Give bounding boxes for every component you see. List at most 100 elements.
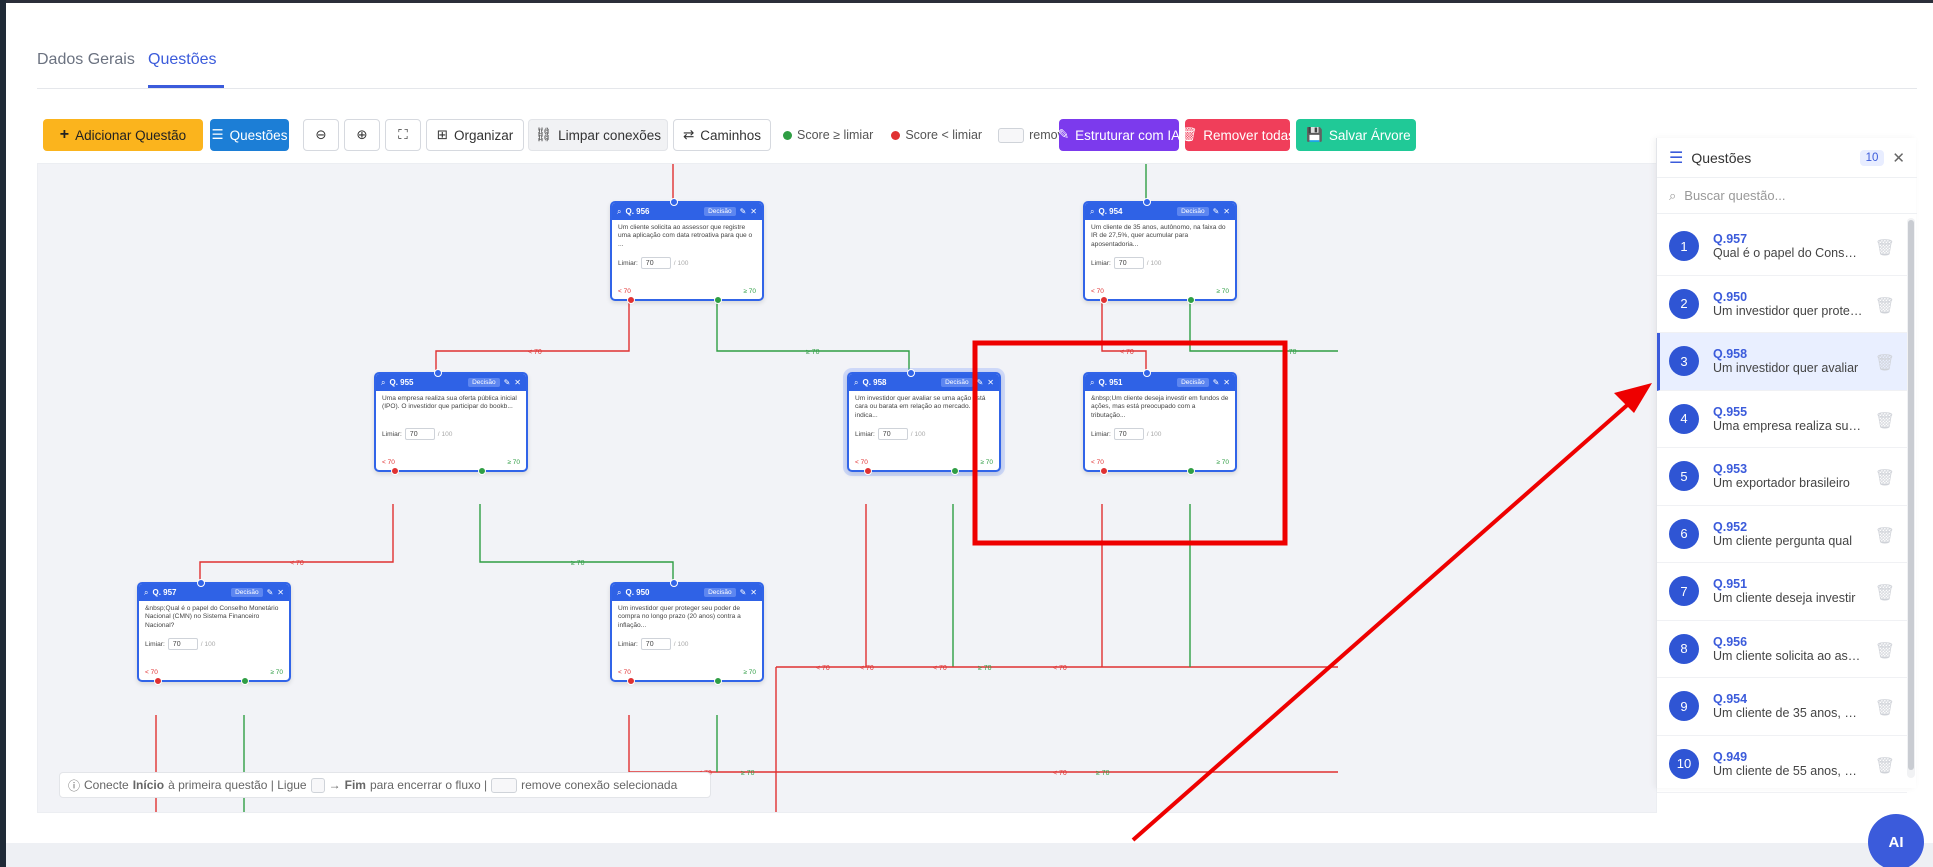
paths-button[interactable]: ⇄ Caminhos: [673, 119, 771, 151]
threshold-input[interactable]: 70: [167, 638, 198, 650]
tab-dados-gerais[interactable]: Dados Gerais: [37, 51, 135, 69]
structure-ai-button[interactable]: ✎ Estruturar com IA: [1058, 119, 1180, 151]
remove-all-button[interactable]: 🗑 Remover todas: [1180, 119, 1295, 151]
close-icon[interactable]: ✕: [750, 207, 757, 216]
trash-icon[interactable]: 🗑: [1875, 411, 1895, 431]
trash-icon[interactable]: 🗑: [1875, 353, 1895, 373]
close-icon[interactable]: ✕: [1223, 207, 1230, 216]
question-list-item[interactable]: 2 Q.950 Um investidor quer proteger 🗑: [1657, 276, 1907, 333]
question-node-955[interactable]: ⌕ Q. 955 Decisão ✎ ✕ Uma empresa realiza sua…: [374, 369, 528, 475]
ai-assistant-button[interactable]: AI: [1868, 814, 1924, 867]
input-port[interactable]: [670, 198, 678, 206]
input-port[interactable]: [670, 579, 678, 587]
output-port-lo[interactable]: [1100, 296, 1108, 304]
question-list-item[interactable]: 5 Q.953 Um exportador brasileiro 🗑: [1657, 448, 1907, 506]
output-port-lo[interactable]: [154, 677, 162, 685]
output-port-hi[interactable]: [478, 467, 486, 475]
close-icon[interactable]: ✕: [750, 588, 757, 597]
threshold-input[interactable]: 70: [1113, 428, 1144, 440]
search-icon: ⌕: [144, 587, 149, 597]
edge-956-955: [435, 282, 630, 372]
question-node-958[interactable]: ⌕ Q. 958 Decisão ✎ ✕ Um investidor quer aval…: [847, 369, 1001, 475]
output-port-hi[interactable]: [714, 296, 722, 304]
threshold-input[interactable]: 70: [877, 428, 908, 440]
edit-icon[interactable]: ✎: [740, 207, 747, 216]
save-tree-button[interactable]: 💾 Salvar Árvore: [1296, 119, 1416, 151]
trash-icon[interactable]: 🗑: [1875, 526, 1895, 546]
trash-icon[interactable]: 🗑: [1875, 698, 1895, 718]
panel-header: ☰ Questões 10 ✕: [1657, 138, 1917, 178]
trash-icon[interactable]: 🗑: [1875, 641, 1895, 661]
question-list-item[interactable]: 7 Q.951 Um cliente deseja investir 🗑: [1657, 563, 1907, 621]
close-icon[interactable]: ✕: [514, 378, 521, 387]
edit-icon[interactable]: ✎: [267, 588, 274, 597]
edge-label: < 70: [1053, 770, 1067, 777]
tab-questoes[interactable]: Questões: [148, 51, 216, 69]
question-node-950[interactable]: ⌕ Q. 950 Decisão ✎ ✕ Um investidor quer prot…: [610, 579, 764, 685]
question-search-input[interactable]: ⌕ Buscar questão...: [1657, 178, 1917, 214]
output-port-hi[interactable]: [241, 677, 249, 685]
trash-icon[interactable]: 🗑: [1875, 468, 1895, 488]
scrollbar[interactable]: [1907, 218, 1915, 778]
close-icon[interactable]: ✕: [987, 378, 994, 387]
trash-icon[interactable]: 🗑: [1875, 238, 1895, 258]
question-description: Qual é o papel do Conselho Monetário: [1713, 246, 1863, 261]
question-list-item[interactable]: 1 Q.957Qual é o papel do Conselho Monetár…: [1657, 218, 1907, 276]
output-port-lo[interactable]: [627, 296, 635, 304]
output-port-lo[interactable]: [391, 467, 399, 475]
output-port-lo[interactable]: [1100, 467, 1108, 475]
trash-icon[interactable]: 🗑: [1875, 296, 1895, 316]
input-port[interactable]: [1143, 369, 1151, 377]
chip-icon: AI: [1888, 833, 1904, 851]
question-list-item[interactable]: 3 Q.958 Um investidor quer avaliar 🗑: [1657, 333, 1907, 391]
edit-icon[interactable]: ✎: [1213, 378, 1220, 387]
close-icon[interactable]: ✕: [1892, 149, 1905, 167]
threshold-input[interactable]: 70: [640, 638, 671, 650]
threshold-input[interactable]: 70: [404, 428, 435, 440]
output-port-hi[interactable]: [1187, 296, 1195, 304]
threshold-input[interactable]: 70: [640, 257, 671, 269]
flow-canvas[interactable]: < 70 ≥ 70 < 70 ≥ 70 < 70 ≥ 70 < 70 < 70 …: [37, 163, 1657, 813]
zoom-out-button[interactable]: ⊖: [303, 119, 339, 151]
edit-icon[interactable]: ✎: [1213, 207, 1220, 216]
input-port[interactable]: [197, 579, 205, 587]
clear-connections-button[interactable]: ⛓ Limpar conexões: [528, 119, 668, 151]
input-port[interactable]: [434, 369, 442, 377]
trash-icon[interactable]: 🗑: [1875, 583, 1895, 603]
search-icon: ⌕: [854, 377, 859, 387]
organize-button[interactable]: ⊞ Organizar: [426, 119, 524, 151]
edge-label: ≥ 70: [806, 349, 820, 356]
question-node-957[interactable]: ⌕ Q. 957 Decisão ✎ ✕ &nbsp;Qual é o papel do…: [137, 579, 291, 685]
close-icon[interactable]: ✕: [1223, 378, 1230, 387]
question-list-item[interactable]: 4 Q.955Uma empresa realiza sua oferta 🗑: [1657, 391, 1907, 448]
question-number: 5: [1669, 461, 1699, 492]
output-port-hi[interactable]: [951, 467, 959, 475]
zoom-in-button[interactable]: ⊕: [344, 119, 380, 151]
trash-icon[interactable]: 🗑: [1875, 756, 1895, 776]
edit-icon[interactable]: ✎: [977, 378, 984, 387]
info-icon: ⓘ: [68, 778, 81, 793]
output-port-hi[interactable]: [714, 677, 722, 685]
input-port[interactable]: [907, 369, 915, 377]
question-list-item[interactable]: 9 Q.954Um cliente de 35 anos, autônomo 🗑: [1657, 678, 1907, 736]
question-node-951[interactable]: ⌕ Q. 951 Decisão ✎ ✕ &nbsp;Um cliente deseja…: [1083, 369, 1237, 475]
question-node-954[interactable]: ⌕ Q. 954 Decisão ✎ ✕ Um cliente de 35 anos, …: [1083, 198, 1237, 304]
fit-view-button[interactable]: ⛶: [385, 119, 421, 151]
add-question-button[interactable]: + Adicionar Questão: [43, 119, 203, 151]
output-port-lo[interactable]: [864, 467, 872, 475]
output-port-lo[interactable]: [627, 677, 635, 685]
close-icon[interactable]: ✕: [277, 588, 284, 597]
input-port[interactable]: [1143, 198, 1151, 206]
question-node-956[interactable]: ⌕ Q. 956 Decisão ✎ ✕ Um cliente solicita ao …: [610, 198, 764, 304]
output-port-hi[interactable]: [1187, 467, 1195, 475]
edge-955-950: [479, 504, 674, 582]
question-code: Q.952: [1713, 519, 1748, 534]
questions-toggle-button[interactable]: ☰ Questões: [210, 119, 289, 151]
question-list-item[interactable]: 8 Q.956Um cliente solicita ao assessor 🗑: [1657, 621, 1907, 678]
edit-icon[interactable]: ✎: [740, 588, 747, 597]
question-list-item[interactable]: 6 Q.952 Um cliente pergunta qual 🗑: [1657, 506, 1907, 563]
edit-icon[interactable]: ✎: [504, 378, 511, 387]
threshold-input[interactable]: 70: [1113, 257, 1144, 269]
question-list-item[interactable]: 10 Q.949Um cliente de 55 anos, empresário…: [1657, 736, 1907, 793]
question-description: Um cliente solicita ao assessor: [1713, 648, 1863, 663]
